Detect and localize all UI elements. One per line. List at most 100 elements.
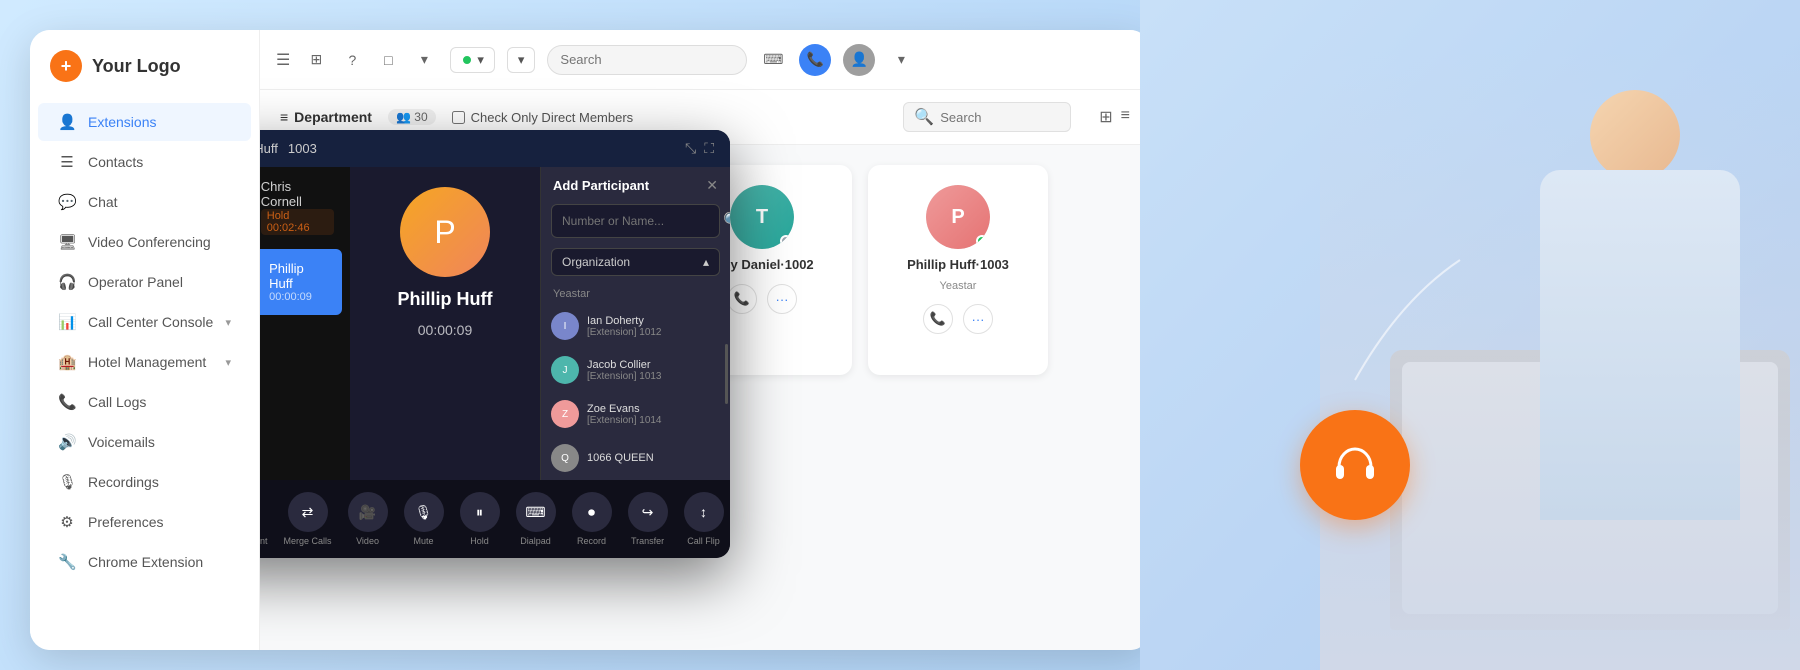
- calllogs-label: Call Logs: [88, 394, 146, 410]
- sidebar-item-recordings[interactable]: 🎙 Recordings: [38, 463, 251, 501]
- mute-btn[interactable]: 🎙 Mute: [404, 492, 444, 546]
- dialpad-btn[interactable]: ⌨ Dialpad: [516, 492, 556, 546]
- phillip-name: Phillip Huff·1003: [907, 257, 1009, 272]
- direct-members-check[interactable]: Check Only Direct Members: [452, 110, 634, 125]
- menu-icon[interactable]: ☰: [276, 50, 290, 70]
- phillip-actions: 📞 ···: [923, 304, 993, 334]
- top-search-input[interactable]: [547, 45, 747, 75]
- user-avatar[interactable]: 📞: [799, 44, 831, 76]
- troy-status: [780, 235, 792, 247]
- participant-jacob[interactable]: J Jacob Collier [Extension] 1013: [541, 348, 730, 392]
- callcenter-icon: 📊: [58, 313, 76, 331]
- list-icon[interactable]: ≡: [1121, 107, 1130, 127]
- call-list-section: C Chris Cornell Hold 00:02:46 P Phillip …: [260, 167, 350, 480]
- direct-members-checkbox[interactable]: [452, 111, 465, 124]
- call-modal-title: Phillip Huff: [260, 141, 278, 156]
- logo-text: Your Logo: [92, 56, 181, 77]
- troy-call-btn[interactable]: 📞: [727, 284, 757, 314]
- dialpad-top-icon[interactable]: ⌨: [759, 46, 787, 74]
- participant-search[interactable]: 🔍 👤: [551, 204, 720, 238]
- sidebar-item-preferences[interactable]: ⚙ Preferences: [38, 503, 251, 541]
- recordings-icon: 🎙: [58, 473, 76, 491]
- call-modal-body: C Chris Cornell Hold 00:02:46 P Phillip …: [260, 167, 730, 480]
- add-participant-header: Add Participant ✕: [541, 167, 730, 204]
- sidebar-item-chrome[interactable]: 🔧 Chrome Extension: [38, 543, 251, 581]
- participant-ian[interactable]: I Ian Doherty [Extension] 1012: [541, 304, 730, 348]
- troy-avatar: T: [730, 185, 794, 249]
- hold-label: Hold: [470, 536, 489, 546]
- participant-search-input[interactable]: [562, 214, 717, 228]
- participant-queen[interactable]: Q 1066 QUEEN: [541, 436, 730, 480]
- recordings-label: Recordings: [88, 474, 159, 490]
- main-caller-avatar: P: [400, 187, 490, 277]
- sidebar-item-contacts[interactable]: ☰ Contacts: [38, 143, 251, 181]
- callcenter-label: Call Center Console: [88, 314, 213, 330]
- phillip-more-btn[interactable]: ···: [963, 304, 993, 334]
- call-modal-ext: 1003: [288, 141, 317, 156]
- close-panel-btn[interactable]: ✕: [706, 177, 718, 194]
- person-silhouette: [1320, 50, 1800, 670]
- sidebar-item-voicemails[interactable]: 🔊 Voicemails: [38, 423, 251, 461]
- direct-members-label: Check Only Direct Members: [471, 110, 634, 125]
- main-caller-name: Phillip Huff: [398, 289, 493, 310]
- logo-button[interactable]: +: [50, 50, 82, 82]
- call-list-hold[interactable]: C Chris Cornell Hold 00:02:46: [260, 167, 350, 247]
- troy-more-btn[interactable]: ···: [767, 284, 797, 314]
- modal-header-icons: ⤡ ⛶: [685, 140, 714, 157]
- sidebar-item-chat[interactable]: 💬 Chat: [38, 183, 251, 221]
- video-ctrl-label: Video: [356, 536, 379, 546]
- sidebar-item-operator[interactable]: 🎧 Operator Panel: [38, 263, 251, 301]
- ian-ext: [Extension] 1012: [587, 327, 662, 338]
- hold-icon: ⏸: [460, 492, 500, 532]
- hold-caller-name: Chris Cornell: [261, 179, 334, 209]
- record-icon: ⏺: [572, 492, 612, 532]
- headphone-icon: [1329, 439, 1381, 491]
- grid-icon[interactable]: ⊞: [302, 46, 330, 74]
- participant-zoe[interactable]: Z Zoe Evans [Extension] 1014: [541, 392, 730, 436]
- voicemails-label: Voicemails: [88, 434, 155, 450]
- zoe-ext: [Extension] 1014: [587, 415, 662, 426]
- plus-icon: +: [61, 56, 72, 77]
- queen-name: 1066 QUEEN: [587, 452, 654, 464]
- user-dropdown[interactable]: ▾: [507, 47, 536, 73]
- transfer-btn[interactable]: ↪ Transfer: [628, 492, 668, 546]
- org-dropdown[interactable]: Organization ▴: [551, 248, 720, 276]
- sidebar-item-callcenter[interactable]: 📊 Call Center Console ▾: [38, 303, 251, 341]
- sidebar-item-video[interactable]: 🖥 Video Conferencing: [38, 223, 251, 261]
- help-icon[interactable]: ?: [338, 46, 366, 74]
- phillip-call-btn[interactable]: 📞: [923, 304, 953, 334]
- active-caller-info: Phillip Huff 00:00:09: [269, 261, 326, 303]
- profile-avatar[interactable]: 👤: [843, 44, 875, 76]
- filter-icon[interactable]: ⊞: [1099, 107, 1112, 127]
- dept-menu-icon: ≡: [280, 109, 288, 125]
- dept-search-input[interactable]: [940, 110, 1060, 125]
- add-participant-ctrl-btn[interactable]: 👤 Add Participant: [260, 492, 268, 546]
- sidebar-item-extensions[interactable]: 👤 Extensions: [38, 103, 251, 141]
- dept-search[interactable]: 🔍: [903, 102, 1071, 132]
- monitor-icon[interactable]: □: [374, 46, 402, 74]
- call-flip-label: Call Flip: [687, 536, 720, 546]
- status-dropdown[interactable]: ▾: [450, 47, 495, 73]
- preferences-label: Preferences: [88, 514, 163, 530]
- operator-icon: 🎧: [58, 273, 76, 291]
- hold-btn[interactable]: ⏸ Hold: [460, 492, 500, 546]
- active-call-time: 00:00:09: [269, 291, 326, 303]
- chevron-icon[interactable]: ▾: [410, 46, 438, 74]
- video-ctrl-btn[interactable]: 🎥 Video: [348, 492, 388, 546]
- app-window: + Your Logo 👤 Extensions ☰ Contacts 💬 Ch…: [30, 30, 1150, 650]
- record-btn[interactable]: ⏺ Record: [572, 492, 612, 546]
- fullscreen-icon[interactable]: ⛶: [704, 140, 714, 157]
- call-flip-btn[interactable]: ↕ Call Flip: [684, 492, 724, 546]
- sidebar-item-hotel[interactable]: 🏨 Hotel Management ▾: [38, 343, 251, 381]
- main-content: ☰ ⊞ ? □ ▾ ▾ ▾ ⌨ 📞 👤 ▾: [260, 30, 1150, 650]
- jacob-avatar: J: [551, 356, 579, 384]
- merge-calls-btn[interactable]: ⇄ Merge Calls: [284, 492, 332, 546]
- sidebar-item-calllogs[interactable]: 📞 Call Logs: [38, 383, 251, 421]
- more-dropdown-icon[interactable]: ▾: [887, 46, 915, 74]
- calllogs-icon: 📞: [58, 393, 76, 411]
- hold-caller-info: Chris Cornell Hold 00:02:46: [261, 179, 334, 235]
- main-call-duration: 00:00:09: [418, 322, 473, 338]
- expand-icon[interactable]: ⤡: [685, 140, 696, 157]
- call-list-active[interactable]: P Phillip Huff 00:00:09: [260, 249, 342, 315]
- scrollbar-track: [725, 344, 728, 404]
